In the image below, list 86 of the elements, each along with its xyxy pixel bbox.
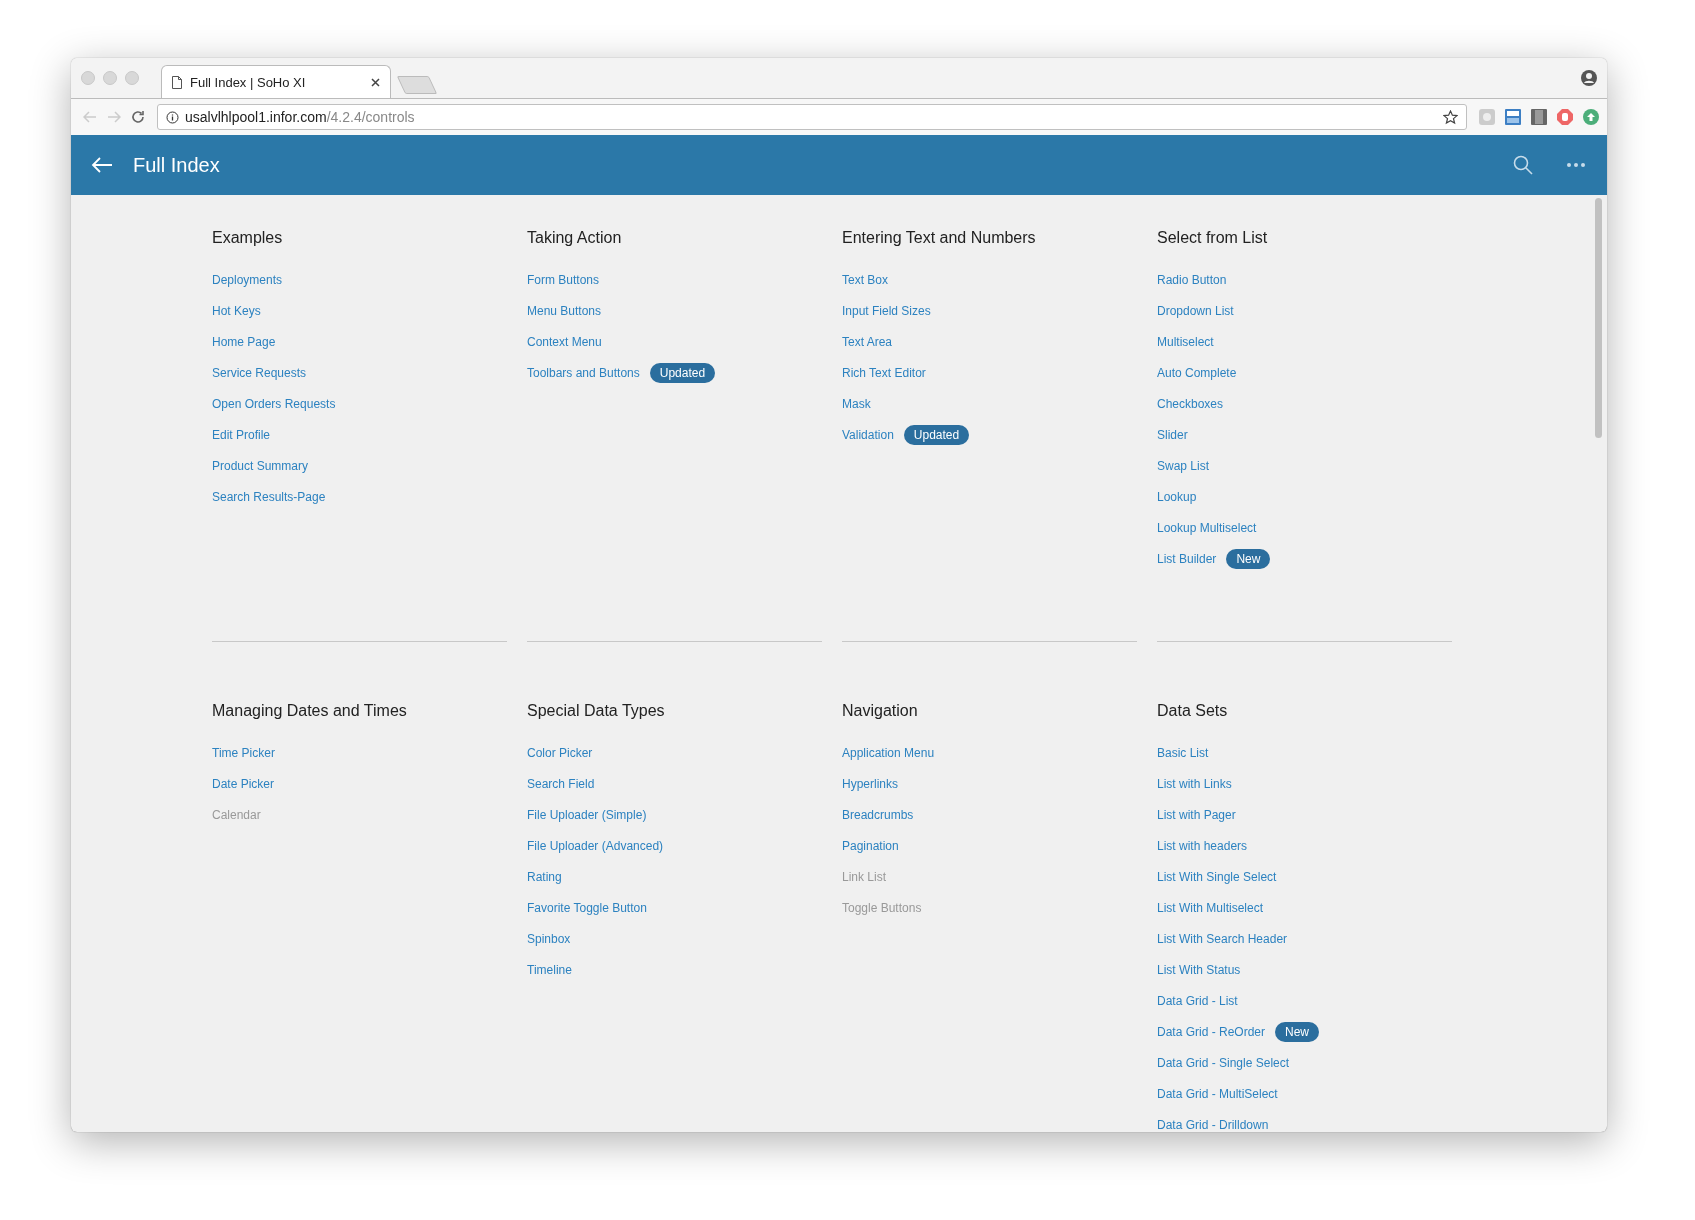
index-link[interactable]: Data Grid - Drilldown xyxy=(1157,1117,1269,1132)
minimize-light-icon[interactable] xyxy=(103,71,117,85)
index-link[interactable]: Slider xyxy=(1157,427,1188,442)
index-link[interactable]: Rating xyxy=(527,869,562,884)
index-link[interactable]: Multiselect xyxy=(1157,334,1214,349)
tab-title: Full Index | SoHo XI xyxy=(190,74,307,90)
index-link[interactable]: Swap List xyxy=(1157,458,1210,473)
index-link[interactable]: List Builder xyxy=(1157,551,1217,566)
profile-icon[interactable] xyxy=(1581,70,1597,86)
index-link[interactable]: Open Orders Requests xyxy=(212,396,336,411)
browser-tab[interactable]: Full Index | SoHo XI xyxy=(161,65,391,98)
section-heading: Select from List xyxy=(1157,229,1268,247)
film-icon[interactable] xyxy=(1531,109,1547,125)
index-link[interactable]: Product Summary xyxy=(212,458,309,473)
extension-icon[interactable] xyxy=(1505,109,1521,125)
index-link[interactable]: Validation xyxy=(842,427,894,442)
zoom-light-icon[interactable] xyxy=(125,71,139,85)
index-link[interactable]: Lookup Multiselect xyxy=(1157,520,1257,535)
index-link[interactable]: List with headers xyxy=(1157,838,1248,853)
index-link[interactable]: List with Links xyxy=(1157,776,1232,791)
index-link[interactable]: Text Box xyxy=(842,272,889,287)
close-icon[interactable] xyxy=(371,77,380,87)
section-heading: Examples xyxy=(212,229,283,247)
section-heading: Taking Action xyxy=(527,229,622,247)
index-link[interactable]: Radio Button xyxy=(1157,272,1227,287)
index-link[interactable]: Auto Complete xyxy=(1157,365,1237,380)
index-link[interactable]: Data Grid - ReOrder xyxy=(1157,1024,1266,1039)
index-link[interactable]: Timeline xyxy=(527,962,572,977)
index-link[interactable]: Basic List xyxy=(1157,745,1209,760)
index-link[interactable]: Search Field xyxy=(527,776,595,791)
back-icon[interactable] xyxy=(83,111,97,123)
index-link[interactable]: Mask xyxy=(842,396,871,411)
index-link[interactable]: List With Search Header xyxy=(1157,931,1288,946)
star-icon[interactable] xyxy=(1443,109,1458,125)
index-link[interactable]: List With Multiselect xyxy=(1157,900,1264,915)
index-link[interactable]: Application Menu xyxy=(842,745,935,760)
index-link[interactable]: Menu Buttons xyxy=(527,303,602,318)
index-link[interactable]: Deployments xyxy=(212,272,283,287)
upload-icon[interactable] xyxy=(1583,109,1599,125)
index-link[interactable]: Checkboxes xyxy=(1157,396,1224,411)
page-icon xyxy=(172,75,182,89)
index-link[interactable]: Color Picker xyxy=(527,745,593,760)
index-link[interactable]: Breadcrumbs xyxy=(842,807,914,822)
index-link[interactable]: List With Status xyxy=(1157,962,1241,977)
info-icon xyxy=(166,110,179,124)
status-badge: New xyxy=(1275,1021,1320,1042)
index-link[interactable]: Hyperlinks xyxy=(842,776,898,791)
index-link[interactable]: Dropdown List xyxy=(1157,303,1234,318)
stop-hand-icon[interactable] xyxy=(1557,109,1573,125)
reload-icon[interactable] xyxy=(131,110,145,124)
index-link[interactable]: Lookup xyxy=(1157,489,1197,504)
status-badge: Updated xyxy=(903,424,970,445)
index-link[interactable]: Form Buttons xyxy=(527,272,600,287)
index-link[interactable]: Toolbars and Buttons xyxy=(527,365,640,380)
index-link[interactable]: Date Picker xyxy=(212,776,275,791)
index-link[interactable]: Data Grid - List xyxy=(1157,993,1238,1008)
section-heading: Navigation xyxy=(842,702,918,720)
status-badge: Updated xyxy=(649,362,716,383)
address-bar[interactable]: usalvlhlpool1.infor.com/4.2.4/controls xyxy=(157,104,1467,130)
section-heading: Data Sets xyxy=(1157,702,1228,720)
index-link[interactable]: Spinbox xyxy=(527,931,571,946)
index-link[interactable]: Rich Text Editor xyxy=(842,365,926,380)
section-heading: Special Data Types xyxy=(527,702,665,720)
section-heading: Managing Dates and Times xyxy=(212,702,407,720)
index-link[interactable]: Hot Keys xyxy=(212,303,261,318)
index-link[interactable]: Context Menu xyxy=(527,334,602,349)
index-link[interactable]: Data Grid - MultiSelect xyxy=(1157,1086,1278,1101)
index-link[interactable]: Home Page xyxy=(212,334,276,349)
index-link[interactable]: Edit Profile xyxy=(212,427,271,442)
index-link[interactable]: Search Results-Page xyxy=(212,489,326,504)
forward-icon[interactable] xyxy=(107,111,121,123)
index-link[interactable]: Time Picker xyxy=(212,745,275,760)
index-link[interactable]: Pagination xyxy=(842,838,899,853)
section-heading: Entering Text and Numbers xyxy=(842,229,1036,247)
status-badge: New xyxy=(1226,548,1271,569)
close-light-icon[interactable] xyxy=(81,71,95,85)
index-link[interactable]: File Uploader (Simple) xyxy=(527,807,647,822)
index-link[interactable]: Service Requests xyxy=(212,365,307,380)
index-link[interactable]: Favorite Toggle Button xyxy=(527,900,647,915)
index-link[interactable]: List With Single Select xyxy=(1157,869,1277,884)
index-link[interactable]: Input Field Sizes xyxy=(842,303,931,318)
index-link[interactable]: Data Grid - Single Select xyxy=(1157,1055,1290,1070)
index-link[interactable]: File Uploader (Advanced) xyxy=(527,838,664,853)
index-link[interactable]: List with Pager xyxy=(1157,807,1236,822)
page-title: Full Index xyxy=(133,153,221,177)
index-link[interactable]: Text Area xyxy=(842,334,893,349)
